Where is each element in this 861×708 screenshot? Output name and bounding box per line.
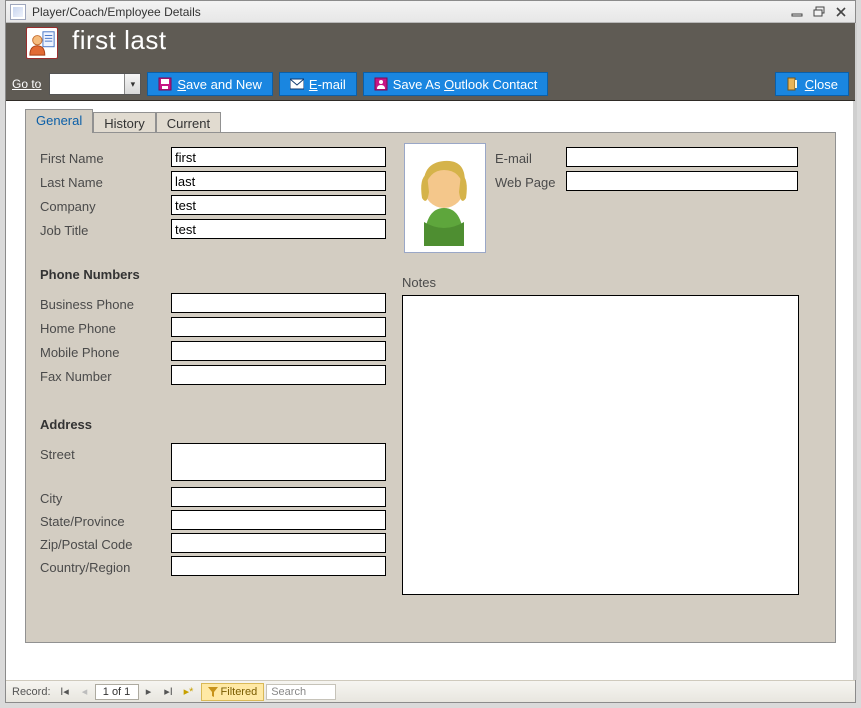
save-and-new-button[interactable]: Save and New (147, 72, 273, 96)
funnel-icon (208, 687, 218, 697)
form-header: first last Go to ▾ Save and New E-mail (6, 23, 855, 101)
heading-address: Address (40, 417, 92, 432)
input-state[interactable] (171, 510, 386, 530)
close-button[interactable] (833, 4, 851, 20)
input-home-phone[interactable] (171, 317, 386, 337)
heading-phone: Phone Numbers (40, 267, 140, 282)
label-zip: Zip/Postal Code (40, 537, 133, 552)
record-label: Record: (6, 686, 55, 698)
email-button[interactable]: E-mail (279, 72, 357, 96)
label-fax: Fax Number (40, 369, 112, 384)
input-notes[interactable] (402, 295, 799, 595)
label-notes: Notes (402, 275, 436, 290)
nav-new-button[interactable]: ▸* (179, 683, 199, 701)
titlebar: Player/Coach/Employee Details (6, 1, 855, 23)
label-first-name: First Name (40, 151, 104, 166)
input-business-phone[interactable] (171, 293, 386, 313)
mail-icon (290, 77, 304, 91)
form-icon (10, 4, 26, 20)
label-email: E-mail (495, 151, 532, 166)
label-web: Web Page (495, 175, 555, 190)
goto-combo[interactable]: ▾ (49, 73, 141, 95)
tab-general[interactable]: General (25, 109, 93, 133)
label-city: City (40, 491, 62, 506)
tab-history[interactable]: History (93, 112, 155, 132)
input-zip[interactable] (171, 533, 386, 553)
nav-search-input[interactable] (266, 684, 336, 700)
record-navigator: Record: I◂ ◂ ▸ ▸I ▸* Filtered (6, 680, 855, 702)
tab-bar: General History Current (25, 109, 221, 133)
window-title: Player/Coach/Employee Details (32, 5, 201, 19)
label-last-name: Last Name (40, 175, 103, 190)
chevron-down-icon[interactable]: ▾ (124, 74, 140, 94)
input-web[interactable] (566, 171, 798, 191)
label-state: State/Province (40, 514, 125, 529)
input-fax[interactable] (171, 365, 386, 385)
input-street[interactable] (171, 443, 386, 481)
nav-first-button[interactable]: I◂ (55, 683, 75, 701)
contact-icon (374, 77, 388, 91)
door-close-icon (786, 77, 800, 91)
input-first-name[interactable] (171, 147, 386, 167)
person-icon (26, 27, 58, 59)
label-country: Country/Region (40, 560, 130, 575)
tab-panel-general: First Name Last Name Company Job Title P… (25, 132, 836, 643)
label-home-phone: Home Phone (40, 321, 116, 336)
contact-photo[interactable] (404, 143, 486, 253)
tab-current[interactable]: Current (156, 112, 221, 132)
minimize-button[interactable] (789, 4, 807, 20)
record-number[interactable] (95, 684, 139, 700)
save-icon (158, 77, 172, 91)
mdi-window: Player/Coach/Employee Details first last (5, 0, 856, 703)
goto-label: Go to (12, 77, 41, 91)
label-mobile-phone: Mobile Phone (40, 345, 120, 360)
save-as-outlook-button[interactable]: Save As Outlook Contact (363, 72, 549, 96)
input-last-name[interactable] (171, 171, 386, 191)
filter-indicator[interactable]: Filtered (201, 683, 265, 701)
header-title: first last (72, 25, 167, 56)
scrollbar[interactable] (853, 23, 857, 680)
input-mobile-phone[interactable] (171, 341, 386, 361)
label-business-phone: Business Phone (40, 297, 134, 312)
input-country[interactable] (171, 556, 386, 576)
label-job-title: Job Title (40, 223, 88, 238)
nav-prev-button[interactable]: ◂ (75, 683, 95, 701)
label-company: Company (40, 199, 96, 214)
toolbar: Go to ▾ Save and New E-mail S (12, 71, 849, 97)
input-company[interactable] (171, 195, 386, 215)
form-body: General History Current First Name Last … (12, 101, 849, 676)
restore-button[interactable] (811, 4, 829, 20)
close-form-button[interactable]: Close (775, 72, 849, 96)
input-city[interactable] (171, 487, 386, 507)
nav-last-button[interactable]: ▸I (159, 683, 179, 701)
label-street: Street (40, 447, 75, 462)
nav-next-button[interactable]: ▸ (139, 683, 159, 701)
input-job-title[interactable] (171, 219, 386, 239)
input-email[interactable] (566, 147, 798, 167)
